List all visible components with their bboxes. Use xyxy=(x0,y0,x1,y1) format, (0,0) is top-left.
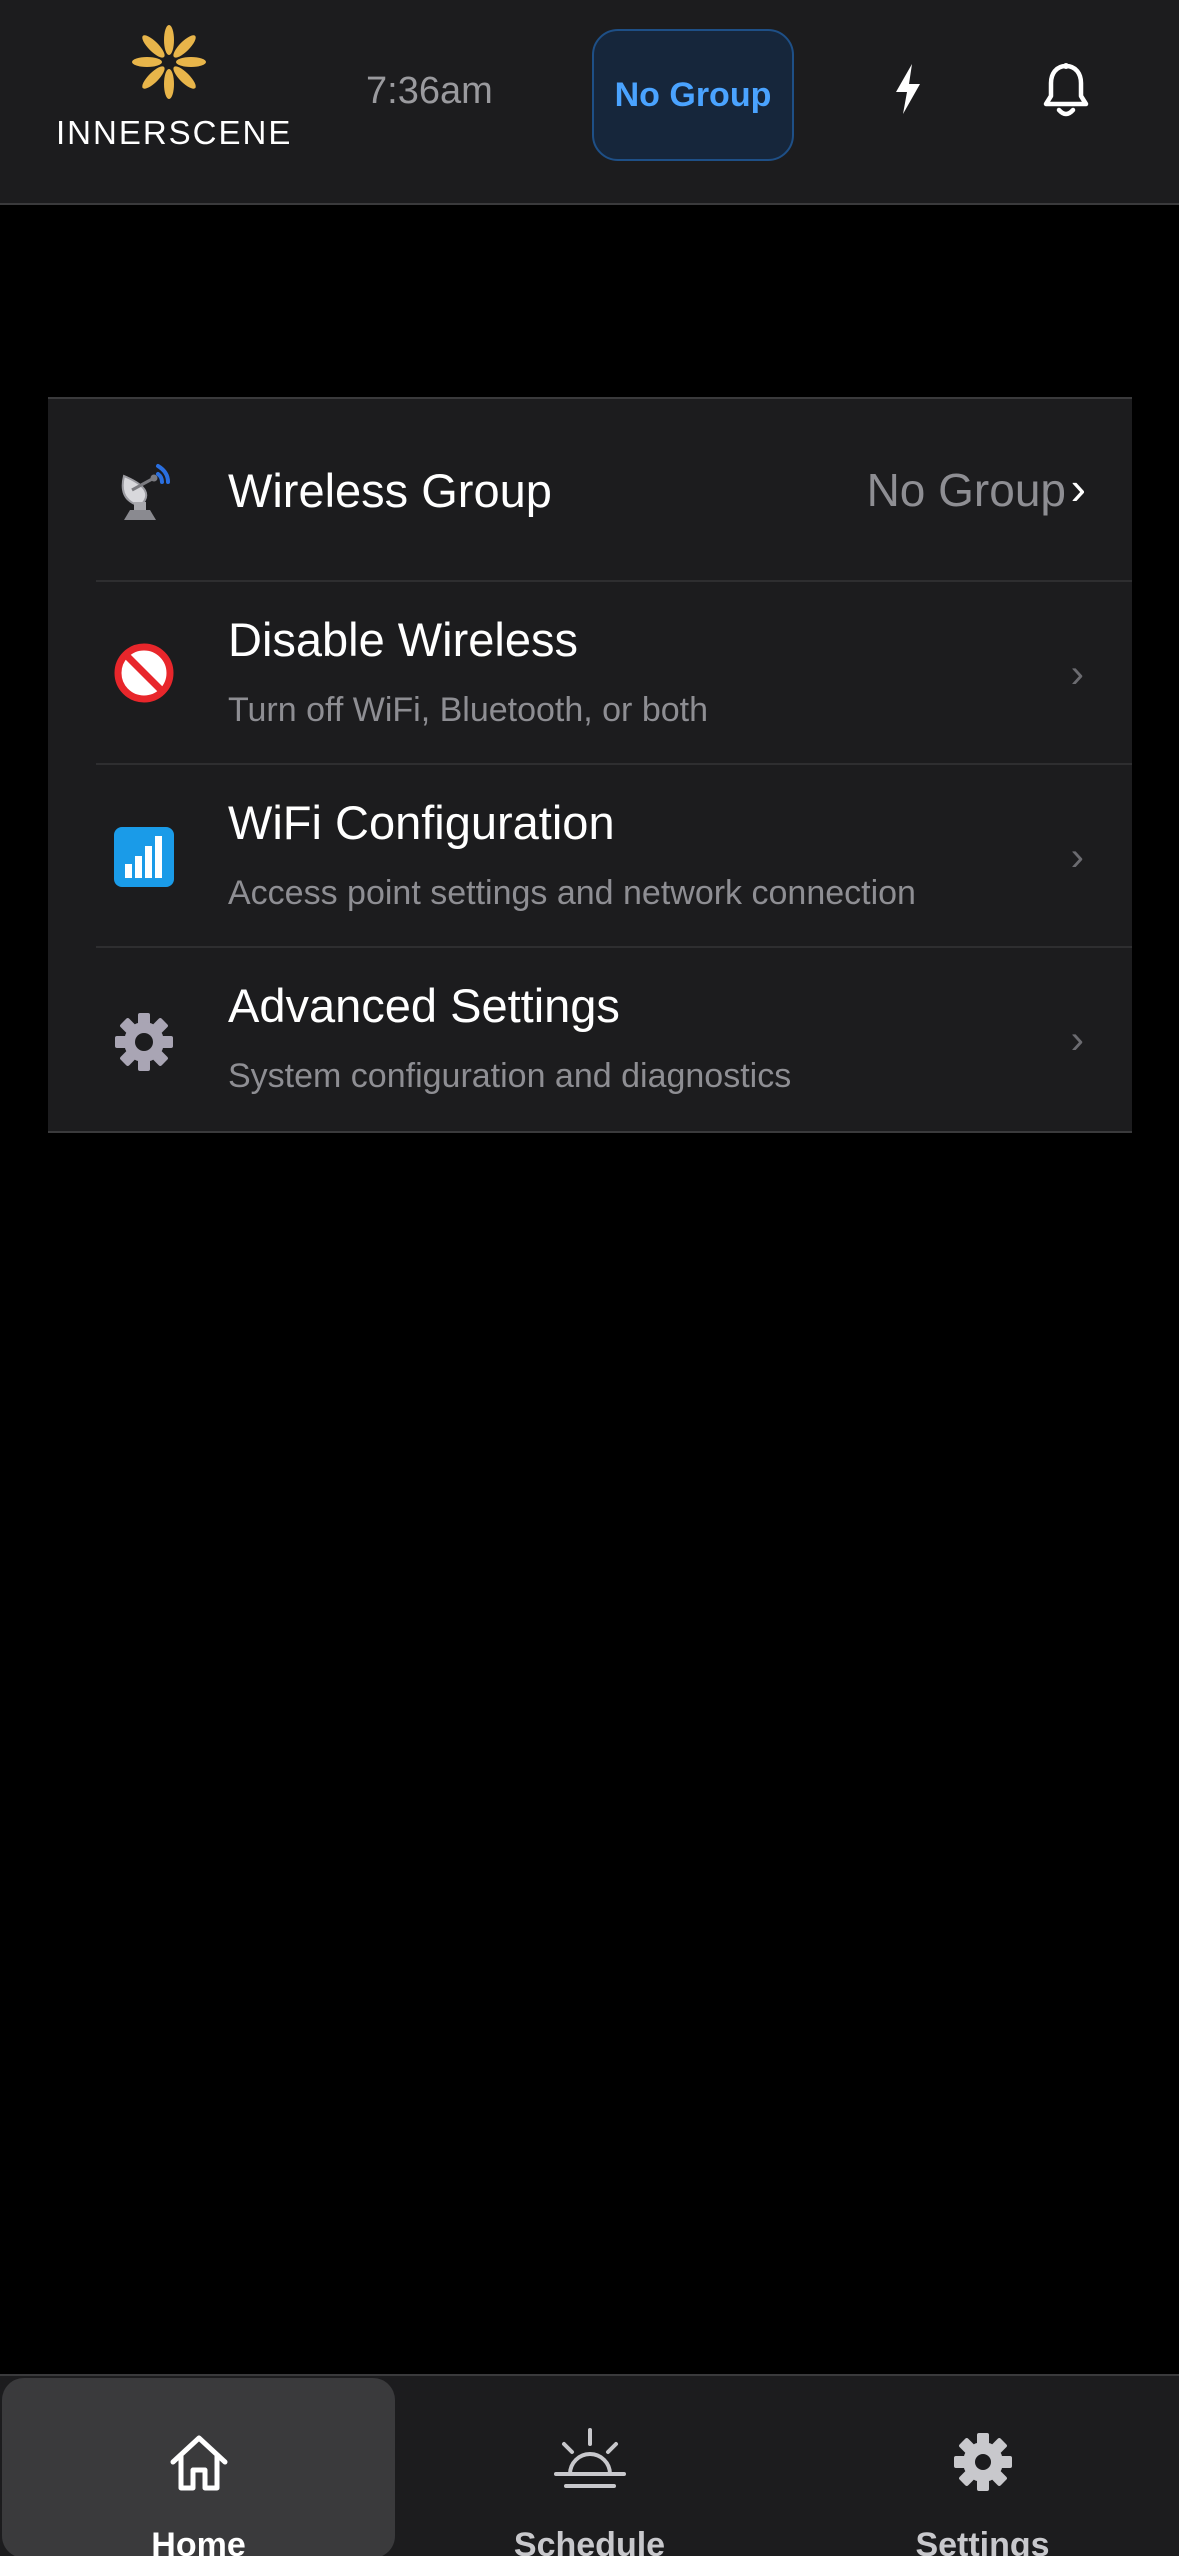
disable-wireless-subtitle: Turn off WiFi, Bluetooth, or both xyxy=(228,691,709,729)
gear-icon xyxy=(112,1010,176,1074)
tab-schedule[interactable]: Schedule xyxy=(393,2378,786,2556)
advanced-settings-title: Advanced Settings xyxy=(228,979,620,1032)
signal-bars-icon xyxy=(112,825,176,889)
chevron-right-icon: › xyxy=(1070,1018,1084,1062)
chevron-right-icon: › xyxy=(1070,652,1084,696)
logo-flower-icon xyxy=(132,25,206,99)
bottom-tab-bar: Home Schedule Settings xyxy=(0,2374,1179,2556)
advanced-settings-subtitle: System configuration and diagnostics xyxy=(228,1057,792,1095)
disable-wireless-title: Disable Wireless xyxy=(228,613,578,666)
wireless-group-title: Wireless Group xyxy=(228,464,552,517)
group-selector-label: No Group xyxy=(614,75,772,114)
group-selector-button[interactable]: No Group xyxy=(592,29,794,161)
advanced-settings-row[interactable]: Advanced Settings System configuration a… xyxy=(48,948,1132,1133)
top-bar: INNERSCENE 7:36am No Group xyxy=(0,0,1179,205)
no-entry-icon xyxy=(112,641,176,705)
wireless-group-value: No Group xyxy=(866,464,1066,516)
tab-settings-label: Settings xyxy=(915,2526,1050,2556)
wireless-group-row[interactable]: Wireless Group No Group › xyxy=(48,399,1132,582)
tab-home-label: Home xyxy=(151,2526,246,2556)
disable-wireless-row[interactable]: Disable Wireless Turn off WiFi, Bluetoot… xyxy=(48,582,1132,765)
sunrise-icon xyxy=(553,2428,626,2488)
home-icon xyxy=(170,2435,227,2491)
lightning-bolt-icon[interactable] xyxy=(890,62,926,116)
innerscene-logo: INNERSCENE xyxy=(56,22,293,152)
tab-home[interactable]: Home xyxy=(2,2378,395,2556)
current-time: 7:36am xyxy=(366,70,493,112)
wifi-configuration-title: WiFi Configuration xyxy=(228,796,615,849)
bell-icon[interactable] xyxy=(1040,62,1092,120)
logo-wordmark: INNERSCENE xyxy=(56,114,293,151)
gear-icon xyxy=(953,2433,1012,2491)
satellite-dish-icon xyxy=(112,459,176,523)
wifi-configuration-row[interactable]: WiFi Configuration Access point settings… xyxy=(48,765,1132,948)
tab-schedule-label: Schedule xyxy=(513,2526,666,2556)
chevron-right-icon: › xyxy=(1070,462,1086,514)
tab-settings[interactable]: Settings xyxy=(786,2378,1179,2556)
chevron-right-icon: › xyxy=(1070,835,1084,879)
wifi-configuration-subtitle: Access point settings and network connec… xyxy=(228,874,916,912)
wireless-settings-list: Wireless Group No Group › Disable Wirele… xyxy=(48,397,1132,1133)
